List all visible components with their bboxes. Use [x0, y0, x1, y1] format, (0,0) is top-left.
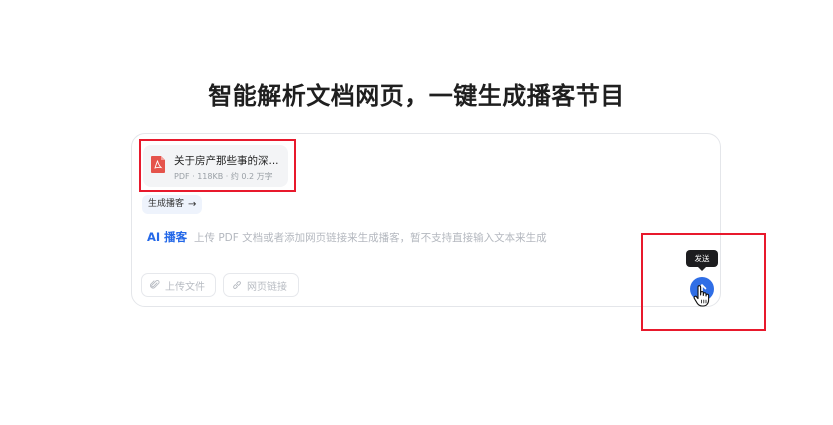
web-link-label: 网页链接 — [247, 281, 287, 293]
upload-file-label: 上传文件 — [165, 281, 205, 293]
ai-podcast-label: AI 播客 — [147, 230, 188, 244]
prompt-input[interactable]: 上传 PDF 文档或者添加网页链接来生成播客，暂不支持直接输入文本来生成 — [194, 230, 547, 245]
generate-podcast-label: 生成播客 — [148, 199, 185, 209]
paperclip-icon — [150, 280, 160, 289]
link-icon — [233, 281, 241, 289]
arrow-right-icon: → — [188, 199, 197, 210]
generate-podcast-button[interactable]: 生成播客 → — [142, 195, 203, 214]
page-title: 智能解析文档网页，一键生成播客节目 — [208, 82, 625, 110]
upload-file-button[interactable]: 上传文件 — [141, 273, 216, 297]
highlight-box-send — [641, 233, 766, 331]
page: 智能解析文档网页，一键生成播客节目 关于房产那些事的深... PDF · 118… — [0, 0, 833, 425]
web-link-button[interactable]: 网页链接 — [223, 273, 299, 297]
highlight-box-file — [139, 139, 296, 192]
